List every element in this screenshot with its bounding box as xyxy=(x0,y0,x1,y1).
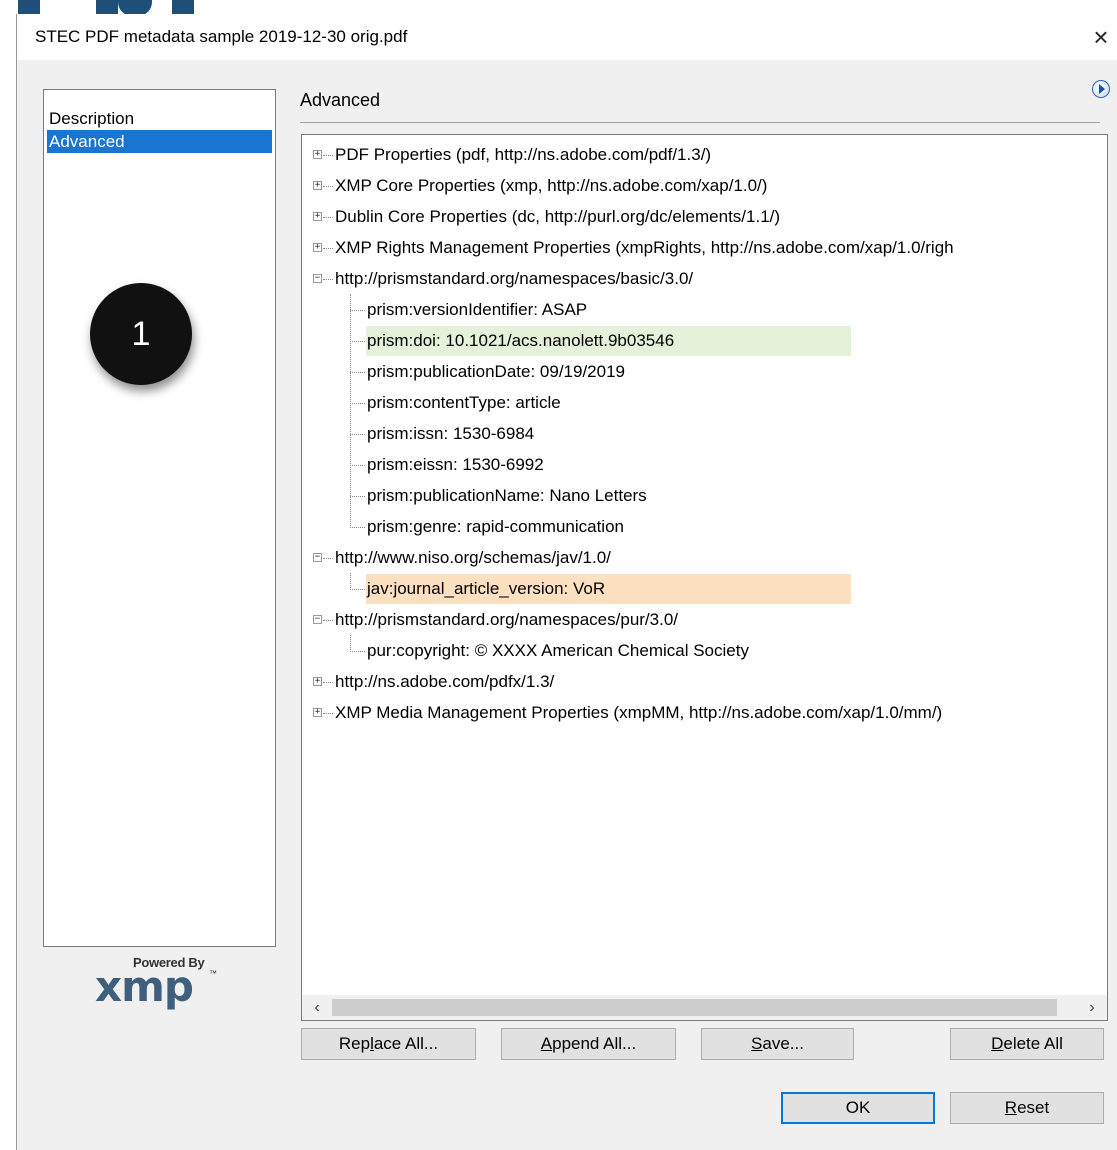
expand-icon[interactable]: + xyxy=(313,677,322,686)
tree-namespace-node[interactable]: http://prismstandard.org/namespaces/pur/… xyxy=(335,606,678,634)
tree-property-node[interactable]: prism:genre: rapid-communication xyxy=(367,513,624,541)
save-accesskey: S xyxy=(751,1034,763,1053)
collapse-icon[interactable]: − xyxy=(313,615,322,624)
tree-connector xyxy=(350,372,365,373)
window-title: STEC PDF metadata sample 2019-12-30 orig… xyxy=(35,27,408,46)
tree-connector xyxy=(323,558,333,559)
tree-connector xyxy=(350,434,365,435)
tree-guide-line xyxy=(350,294,351,528)
horizontal-scrollbar[interactable]: ‹ › xyxy=(302,995,1107,1020)
tree-property-node[interactable]: prism:publicationName: Nano Letters xyxy=(367,482,647,510)
expand-icon[interactable]: + xyxy=(313,181,322,190)
tree-property-node[interactable]: prism:versionIdentifier: ASAP xyxy=(367,296,587,324)
nav-item-description[interactable]: Description xyxy=(47,107,272,130)
scroll-left-icon[interactable]: ‹ xyxy=(306,997,328,1018)
tree-connector xyxy=(323,248,333,249)
tree-property-node[interactable]: prism:doi: 10.1021/acs.nanolett.9b03546 xyxy=(367,327,674,355)
tree-connector xyxy=(323,713,333,714)
tree-connector xyxy=(350,465,365,466)
section-divider xyxy=(300,122,1100,123)
tree-connector xyxy=(350,527,365,528)
scroll-right-icon[interactable]: › xyxy=(1081,997,1103,1018)
delete-all-label-post: elete All xyxy=(1003,1034,1063,1053)
collapse-icon[interactable]: − xyxy=(313,553,322,562)
tree-property-node[interactable]: prism:publicationDate: 09/19/2019 xyxy=(367,358,625,386)
expand-icon[interactable]: + xyxy=(313,212,322,221)
reset-button[interactable]: Reset xyxy=(950,1092,1104,1124)
tree-connector xyxy=(350,651,365,652)
replace-all-button[interactable]: Replace All... xyxy=(301,1028,476,1060)
tree-connector xyxy=(323,186,333,187)
trademark-mark: ™ xyxy=(209,969,217,978)
replace-all-label-pre: Rep xyxy=(338,1034,371,1053)
tree-connector xyxy=(323,279,333,280)
title-bar: STEC PDF metadata sample 2019-12-30 orig… xyxy=(17,14,1117,60)
save-label-post: ave... xyxy=(762,1034,804,1053)
powered-by-xmp-logo: Powered By xmp ™ xyxy=(95,955,235,1015)
tree-namespace-node[interactable]: http://ns.adobe.com/pdfx/1.3/ xyxy=(335,668,554,696)
xmp-logo-text: xmp xyxy=(95,962,194,1011)
tree-connector xyxy=(323,155,333,156)
expand-icon[interactable]: + xyxy=(313,243,322,252)
append-all-button[interactable]: Append All... xyxy=(501,1028,676,1060)
tree-namespace-node[interactable]: http://prismstandard.org/namespaces/basi… xyxy=(335,265,693,293)
scrollbar-thumb[interactable] xyxy=(332,999,1057,1016)
nav-item-advanced[interactable]: Advanced xyxy=(47,130,272,153)
tree-connector xyxy=(350,403,365,404)
reset-accesskey: R xyxy=(1004,1098,1018,1117)
collapse-icon[interactable]: − xyxy=(313,274,322,283)
step-number-badge: 1 xyxy=(90,283,192,385)
delete-all-accesskey: D xyxy=(991,1034,1004,1053)
tree-namespace-node[interactable]: XMP Core Properties (xmp, http://ns.adob… xyxy=(335,172,767,200)
expand-icon[interactable]: + xyxy=(313,708,322,717)
metadata-dialog: STEC PDF metadata sample 2019-12-30 orig… xyxy=(16,14,1117,1150)
tree-property-node[interactable]: prism:eissn: 1530-6992 xyxy=(367,451,544,479)
tree-guide-line xyxy=(350,573,351,590)
tree-connector xyxy=(350,341,365,342)
tree-namespace-node[interactable]: XMP Rights Management Properties (xmpRig… xyxy=(335,234,954,262)
tree-property-node[interactable]: pur:copyright: © XXXX American Chemical … xyxy=(367,637,749,665)
ok-button[interactable]: OK xyxy=(781,1092,935,1124)
tree-namespace-node[interactable]: PDF Properties (pdf, http://ns.adobe.com… xyxy=(335,141,711,169)
replace-all-label-post: ace All... xyxy=(373,1034,439,1053)
tree-guide-line xyxy=(350,635,351,652)
save-button[interactable]: Save... xyxy=(701,1028,854,1060)
section-title: Advanced xyxy=(300,90,381,110)
tree-connector xyxy=(350,589,365,590)
expand-icon[interactable]: + xyxy=(313,150,322,159)
tree-namespace-node[interactable]: XMP Media Management Properties (xmpMM, … xyxy=(335,699,942,727)
tree-namespace-node[interactable]: http://www.niso.org/schemas/jav/1.0/ xyxy=(335,544,611,572)
tree-connector xyxy=(323,217,333,218)
tree-property-node[interactable]: jav:journal_article_version: VoR xyxy=(367,575,605,603)
tree-connector xyxy=(350,310,365,311)
category-list: Description Advanced 1 xyxy=(43,89,276,947)
tree-connector xyxy=(323,620,333,621)
tree-property-node[interactable]: prism:issn: 1530-6984 xyxy=(367,420,534,448)
tree-namespace-node[interactable]: Dublin Core Properties (dc, http://purl.… xyxy=(335,203,780,231)
metadata-tree[interactable]: + PDF Properties (pdf, http://ns.adobe.co… xyxy=(301,134,1108,1021)
tree-connector xyxy=(350,496,365,497)
append-all-accesskey: A xyxy=(540,1034,553,1053)
delete-all-button[interactable]: Delete All xyxy=(950,1028,1104,1060)
tree-property-node[interactable]: prism:contentType: article xyxy=(367,389,561,417)
append-all-label-post: ppend All... xyxy=(552,1034,637,1053)
close-button[interactable]: × xyxy=(1084,20,1117,54)
tree-connector xyxy=(323,682,333,683)
reset-label-post: eset xyxy=(1017,1098,1050,1117)
info-arrow-icon[interactable] xyxy=(1092,80,1110,98)
